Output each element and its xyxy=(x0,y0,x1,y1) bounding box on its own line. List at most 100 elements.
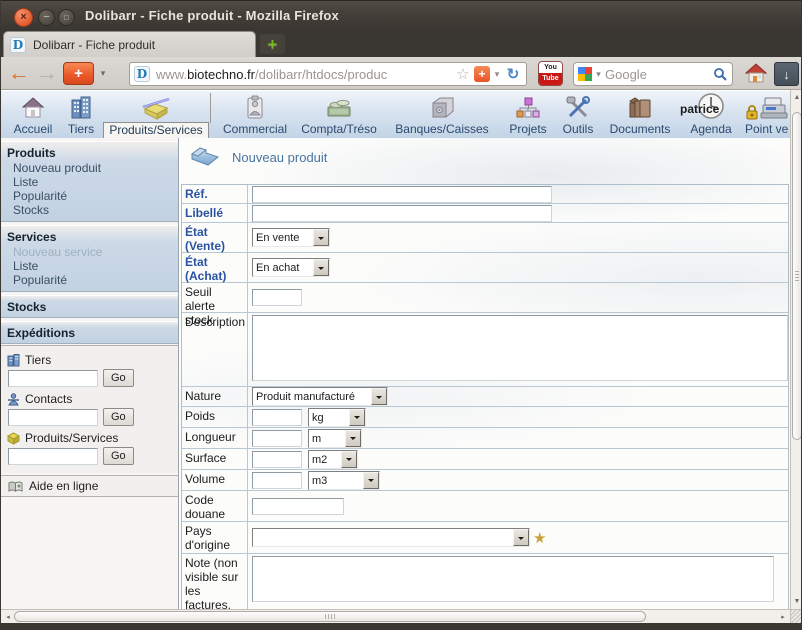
vertical-scrollbar[interactable]: ▲ ▼ xyxy=(790,90,802,609)
back-button[interactable]: ← xyxy=(5,57,33,89)
dolibarr-top-menu: Accueil Tiers Produits/Services Commerci… xyxy=(1,90,790,138)
nature-select[interactable]: Produit manufacturé xyxy=(252,387,388,406)
menu-item-compta-treso[interactable]: Compta/Tréso xyxy=(297,93,381,136)
surface-input[interactable] xyxy=(252,451,302,468)
url-plus-icon[interactable]: + xyxy=(474,66,490,82)
form-row-longueur: Longueur m xyxy=(182,428,788,449)
form-row-description: Description xyxy=(182,313,788,387)
page-title: Nouveau produit xyxy=(190,146,327,169)
etat-achat-select[interactable]: En achat xyxy=(252,258,330,277)
maximize-icon[interactable]: □ xyxy=(58,9,75,26)
scroll-right-icon[interactable]: ▸ xyxy=(777,610,789,623)
money-icon xyxy=(297,93,381,121)
browser-window: × − □ Dolibarr - Fiche produit - Mozilla… xyxy=(0,0,802,630)
logged-user[interactable]: patrice xyxy=(680,102,719,116)
sidebar-section-services: Services Nouveau service Liste Popularit… xyxy=(1,225,178,292)
sidebar-item-liste-services[interactable]: Liste xyxy=(1,259,178,273)
chevron-down-icon xyxy=(341,451,357,468)
google-logo-icon[interactable] xyxy=(578,67,592,81)
minimize-icon[interactable]: − xyxy=(38,9,55,26)
sidebar-item-popularite-services[interactable]: Popularité xyxy=(1,273,178,287)
surface-unit-select[interactable]: m2 xyxy=(308,450,358,469)
resize-grip[interactable] xyxy=(790,609,802,623)
menu-item-outils[interactable]: Outils xyxy=(555,93,601,136)
sidebar-section-stocks[interactable]: Stocks xyxy=(1,295,178,318)
menu-item-projets[interactable]: Projets xyxy=(503,93,553,136)
search-icon[interactable] xyxy=(713,67,728,82)
vertical-scroll-thumb[interactable] xyxy=(792,112,802,440)
form-row-etat-achat: État (Achat) En achat xyxy=(182,253,788,283)
sidebar-item-liste-produits[interactable]: Liste xyxy=(1,175,178,189)
lock-icon xyxy=(745,104,759,120)
page-content: Accueil Tiers Produits/Services Commerci… xyxy=(1,90,802,623)
menu-item-accueil[interactable]: Accueil xyxy=(7,93,59,136)
contacts-go-button[interactable]: Go xyxy=(103,408,134,426)
seuil-alerte-input[interactable] xyxy=(252,289,302,306)
form-row-pays-origine: Pays d'origine ★ xyxy=(182,522,788,554)
menu-item-documents[interactable]: Documents xyxy=(603,93,677,136)
menu-item-commercial[interactable]: Commercial xyxy=(215,93,295,136)
chevron-down-icon[interactable]: ▾ xyxy=(96,57,110,89)
sidebar-item-nouveau-produit[interactable]: Nouveau produit xyxy=(1,161,178,175)
page-body: Produits Nouveau produit Liste Popularit… xyxy=(1,138,790,609)
pays-origine-select[interactable] xyxy=(252,528,530,547)
home-icon xyxy=(744,62,768,84)
search-input[interactable] xyxy=(605,67,713,82)
tiers-go-button[interactable]: Go xyxy=(103,369,134,387)
scroll-left-icon[interactable]: ◂ xyxy=(2,610,14,623)
form-row-volume: Volume m3 xyxy=(182,470,788,491)
sidebar-item-popularite-produits[interactable]: Popularité xyxy=(1,189,178,203)
horizontal-scroll-thumb[interactable] xyxy=(14,611,646,622)
product-folder-icon xyxy=(190,146,220,169)
help-link[interactable]: Aide en ligne xyxy=(1,475,178,497)
ref-input[interactable] xyxy=(252,186,552,203)
url-bar[interactable]: D www.biotechno.fr/dolibarr/htdocs/produ… xyxy=(129,62,527,86)
menu-item-tiers[interactable]: Tiers xyxy=(59,93,103,136)
search-group-contacts: Contacts Go xyxy=(1,389,178,428)
quick-add-button[interactable]: + xyxy=(63,62,94,85)
volume-input[interactable] xyxy=(252,472,302,489)
chevron-down-icon xyxy=(513,529,529,546)
produits-go-button[interactable]: Go xyxy=(103,447,134,465)
sidebar-section-expeditions[interactable]: Expéditions xyxy=(1,321,178,344)
reload-icon[interactable]: ↻ xyxy=(504,65,522,83)
form-row-note: Note (non visible sur les factures, xyxy=(182,554,788,609)
description-textarea[interactable] xyxy=(252,315,788,381)
menu-item-produits-services[interactable]: Produits/Services xyxy=(101,93,211,138)
download-button[interactable]: ↓ xyxy=(774,62,799,86)
tab-dolibarr[interactable]: D Dolibarr - Fiche produit xyxy=(3,31,256,57)
tiers-search-input[interactable] xyxy=(8,370,98,387)
building-icon xyxy=(7,354,20,367)
star-icon: ★ xyxy=(533,529,546,547)
bookmark-star-icon[interactable]: ☆ xyxy=(454,65,472,83)
home-button[interactable] xyxy=(741,57,771,89)
form-row-ref: Réf. xyxy=(182,185,788,204)
new-tab-button[interactable]: + xyxy=(260,34,285,54)
longueur-unit-select[interactable]: m xyxy=(308,429,362,448)
nav-toolbar: ← → + ▾ D www.biotechno.fr/dolibarr/htdo… xyxy=(1,57,802,90)
note-textarea[interactable] xyxy=(252,556,774,602)
contacts-search-input[interactable] xyxy=(8,409,98,426)
menu-item-banques-caisses[interactable]: Banques/Caisses xyxy=(383,93,501,136)
sidebar-item-stocks[interactable]: Stocks xyxy=(1,203,178,217)
volume-unit-select[interactable]: m3 xyxy=(308,471,380,490)
chevron-down-icon[interactable]: ▾ xyxy=(490,69,504,80)
form-row-seuil-alerte: Seuil alerte stock xyxy=(182,283,788,313)
produits-search-input[interactable] xyxy=(8,448,98,465)
close-icon[interactable]: × xyxy=(14,8,33,27)
youtube-icon[interactable]: You Tube xyxy=(538,61,563,86)
chevron-down-icon xyxy=(371,388,387,405)
poids-input[interactable] xyxy=(252,409,302,426)
forward-button[interactable]: → xyxy=(33,57,61,89)
horizontal-scrollbar[interactable]: ◂ ▸ xyxy=(1,609,790,623)
etat-vente-select[interactable]: En vente xyxy=(252,228,330,247)
clipboard-person-icon xyxy=(215,93,295,121)
code-douane-input[interactable] xyxy=(252,498,344,515)
chevron-down-icon[interactable]: ▾ xyxy=(592,69,605,80)
longueur-input[interactable] xyxy=(252,430,302,447)
libelle-input[interactable] xyxy=(252,205,552,222)
scroll-up-icon[interactable]: ▲ xyxy=(791,91,802,104)
dolibarr-favicon-icon: D xyxy=(134,66,150,82)
poids-unit-select[interactable]: kg xyxy=(308,408,366,427)
scroll-down-icon[interactable]: ▼ xyxy=(791,595,802,608)
